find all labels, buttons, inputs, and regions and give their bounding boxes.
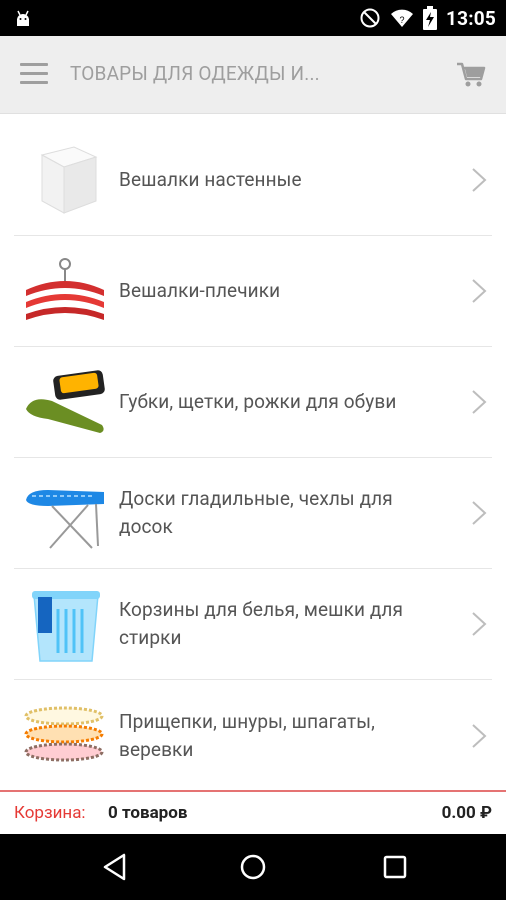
cart-item-count: 0 товаров (108, 803, 188, 823)
category-list: Вешалки настенные Вешалки-плечики Губки,… (0, 125, 506, 791)
cart-total: 0.00 ₽ (441, 803, 492, 823)
app-toolbar: ТОВАРЫ ДЛЯ ОДЕЖДЫ И... (0, 36, 506, 114)
category-label: Корзины для белья, мешки для стирки (119, 598, 404, 649)
back-icon[interactable] (100, 852, 130, 882)
wifi-icon: ? (391, 9, 414, 27)
chevron-right-icon (472, 723, 487, 748)
ironing-board-image (26, 490, 104, 549)
chevron-right-icon (472, 501, 487, 525)
category-label: Прищепки, шнуры, шпагаты, веревки (119, 709, 375, 761)
clock: 13:05 (446, 6, 496, 30)
android-debug-icon (17, 10, 29, 26)
category-label: Вешалки-плечики (119, 279, 281, 302)
chevron-right-icon (472, 612, 487, 636)
laundry-basket-image (32, 591, 100, 662)
wall-hanger-image (40, 146, 98, 214)
cart-summary-bar[interactable]: Корзина: 0 товаров 0.00 ₽ (0, 790, 506, 834)
do-not-disturb-icon (360, 8, 380, 28)
clothespins-ropes-image (24, 706, 104, 762)
hamburger-menu-icon[interactable] (20, 63, 48, 85)
category-item[interactable]: Вешалки-плечики (14, 236, 492, 347)
category-label: Вешалки настенные (119, 168, 302, 191)
category-label: Доски гладильные, чехлы для досок (119, 487, 393, 538)
category-label: Губки, щетки, рожки для обуви (119, 390, 397, 413)
status-bar: ? 13:05 (0, 0, 506, 36)
shoe-care-image (26, 370, 105, 433)
category-item[interactable]: Губки, щетки, рожки для обуви (14, 347, 492, 458)
home-icon[interactable] (238, 852, 268, 882)
shopping-cart-icon[interactable] (456, 61, 486, 89)
system-navigation-bar (0, 834, 506, 900)
clothes-hangers-image (26, 258, 104, 320)
chevron-right-icon (472, 390, 487, 414)
chevron-right-icon (472, 279, 487, 303)
category-item[interactable]: Корзины для белья, мешки для стирки (14, 569, 492, 680)
recents-icon[interactable] (380, 852, 410, 882)
category-item[interactable]: Доски гладильные, чехлы для досок (14, 458, 492, 569)
battery-charging-icon (423, 6, 438, 30)
cart-label: Корзина: (14, 803, 86, 823)
svg-text:?: ? (400, 15, 405, 25)
page-title: ТОВАРЫ ДЛЯ ОДЕЖДЫ И... (70, 62, 320, 85)
category-item[interactable]: Вешалки настенные (14, 125, 492, 236)
category-item[interactable]: Прищепки, шнуры, шпагаты, веревки (14, 680, 492, 791)
chevron-right-icon (472, 168, 487, 192)
